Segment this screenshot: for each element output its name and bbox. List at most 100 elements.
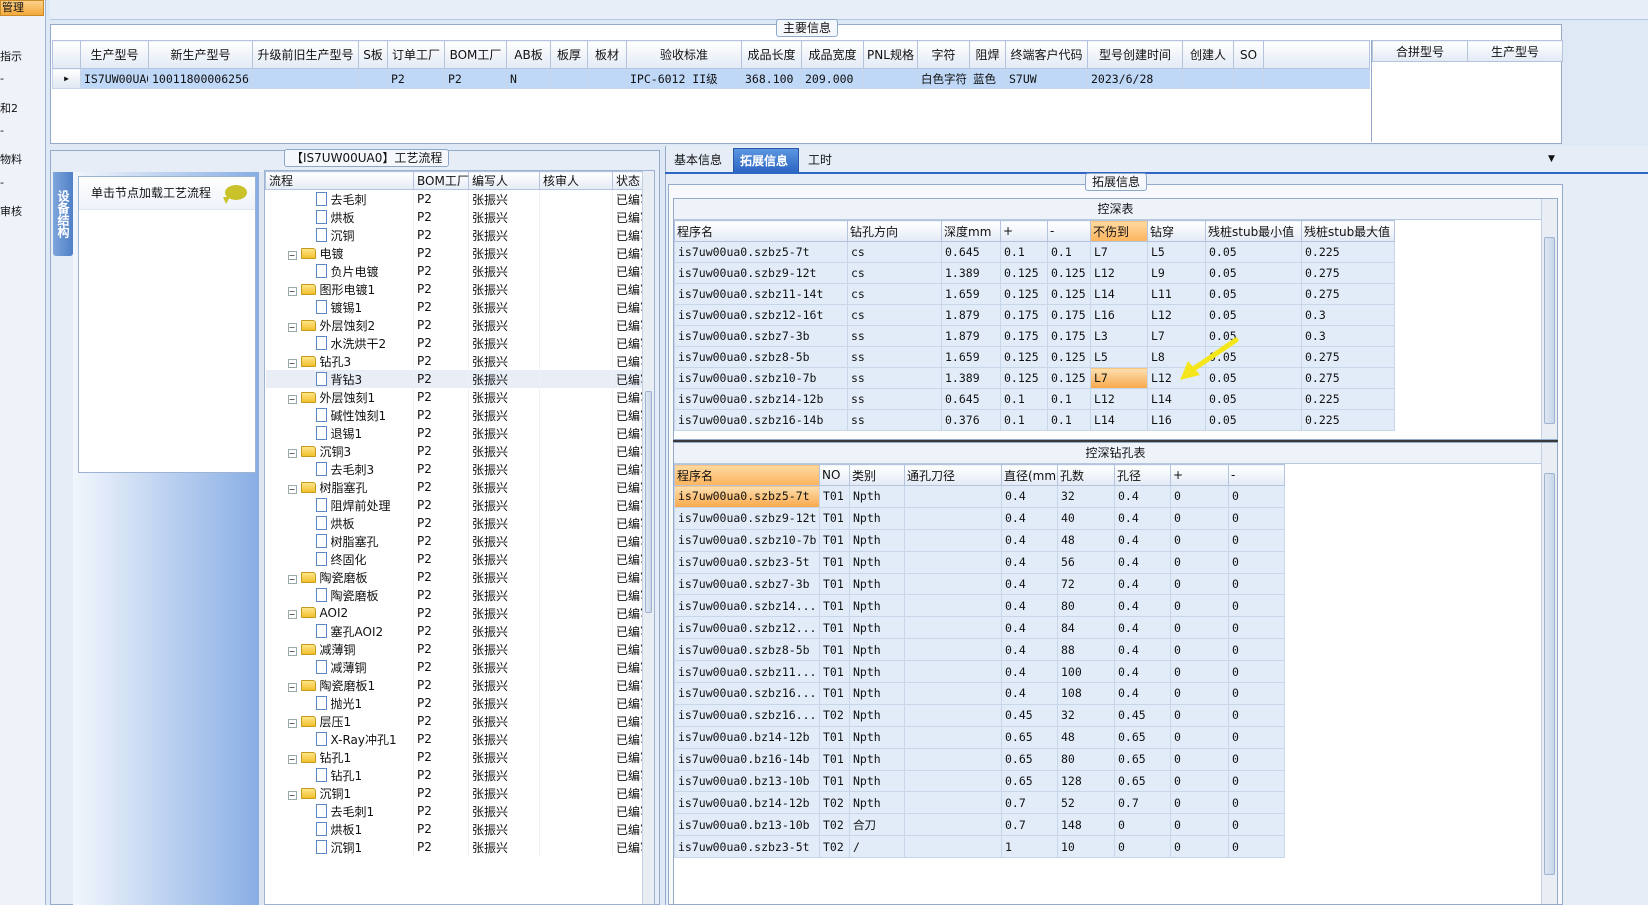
collapse-icon[interactable]: − [287, 646, 297, 656]
depth-cell[interactable]: 0.125 [1000, 367, 1048, 389]
drill-table-scrollbar-thumb[interactable] [1544, 473, 1555, 875]
tree-row[interactable]: − 外层蚀刻2 P2张振兴 已编写 [265, 316, 646, 334]
tree-node[interactable]: − 陶瓷磨板1 [265, 676, 414, 694]
main-col-header[interactable]: 订单工厂 [387, 40, 445, 69]
drill-row[interactable]: is7uw00ua0.bz16-14b T01 Npth 0.65 80 0.65 0 0 [674, 747, 1285, 771]
drill-cell[interactable]: T02 [819, 813, 850, 837]
left-nav-active-item[interactable]: 管理 [0, 0, 44, 16]
drill-cell[interactable]: 0 [1170, 725, 1229, 749]
main-col-header[interactable]: S板 [358, 40, 388, 69]
drill-cell[interactable]: 0.7 [1114, 791, 1171, 815]
drill-col-header[interactable]: 通孔刀径 [904, 464, 1002, 486]
tree-row[interactable]: − 陶瓷磨板 P2张振兴 已编写 [265, 568, 646, 586]
depth-cell[interactable]: 0.1 [1000, 409, 1048, 431]
tree-node[interactable]: 减薄铜 [265, 658, 414, 676]
main-cell[interactable]: P2 [387, 68, 445, 89]
drill-row[interactable]: is7uw00ua0.szbz16... T02 Npth 0.45 32 0.45 0 0 [674, 703, 1285, 727]
drill-cell[interactable]: T01 [819, 747, 850, 771]
drill-row[interactable]: is7uw00ua0.szbz8-5b T01 Npth 0.4 88 0.4 0 0 [674, 638, 1285, 662]
drill-cell[interactable] [904, 572, 1002, 596]
drill-row[interactable]: is7uw00ua0.szbz12... T01 Npth 0.4 84 0.4 0 0 [674, 616, 1285, 640]
depth-cell[interactable]: is7uw00ua0.szbz9-12t [674, 262, 848, 284]
depth-cell[interactable]: is7uw00ua0.szbz5-7t [674, 241, 848, 263]
depth-cell[interactable]: is7uw00ua0.szbz11-14t [674, 283, 848, 305]
drill-cell[interactable] [904, 747, 1002, 771]
main-col-header[interactable]: SO [1233, 40, 1264, 69]
drill-cell[interactable]: is7uw00ua0.szbz9-12t [674, 506, 820, 530]
drill-cell[interactable]: 0 [1228, 835, 1285, 859]
main-col-header[interactable]: 创建人 [1182, 40, 1234, 69]
main-cell[interactable] [1182, 68, 1234, 89]
tree-row[interactable]: 沉铜 P2张振兴 已编写 [265, 226, 646, 244]
drill-cell[interactable]: is7uw00ua0.bz14-12b [674, 791, 820, 815]
tree-node[interactable]: − 外层蚀刻1 [265, 388, 414, 406]
drill-cell[interactable]: 0 [1114, 835, 1171, 859]
tree-node[interactable]: − AOI2 [265, 604, 414, 622]
tree-node[interactable]: 水洗烘干2 [265, 334, 414, 352]
tree-node[interactable]: 陶瓷磨板 [265, 586, 414, 604]
drill-col-header[interactable]: 孔径 [1114, 464, 1171, 486]
depth-col-header[interactable]: + [1000, 220, 1048, 242]
depth-cell[interactable]: L14 [1147, 388, 1206, 410]
main-cell[interactable]: IS7UW00UA0 [80, 68, 149, 89]
depth-col-header[interactable]: 钻穿 [1147, 220, 1206, 242]
drill-cell[interactable]: 0.4 [1001, 485, 1058, 508]
depth-cell[interactable]: 0.376 [941, 409, 1001, 431]
drill-cell[interactable]: 52 [1057, 791, 1115, 815]
tree-row[interactable]: − 减薄铜 P2张振兴 已编写 [265, 640, 646, 658]
depth-cell[interactable]: 0.645 [941, 388, 1001, 410]
drill-cell[interactable]: 0 [1170, 747, 1229, 771]
main-cell[interactable] [358, 68, 388, 89]
depth-cell[interactable]: L12 [1090, 262, 1148, 284]
equipment-structure-tab[interactable]: 设备结构 [53, 172, 73, 256]
drill-cell[interactable]: 80 [1057, 594, 1115, 618]
depth-cell[interactable]: L3 [1090, 325, 1148, 347]
drill-cell[interactable]: 0.4 [1001, 616, 1058, 640]
drill-row[interactable]: is7uw00ua0.szbz11... T01 Npth 0.4 100 0.4 0 0 [674, 660, 1285, 684]
drill-cell[interactable]: 0 [1228, 572, 1285, 596]
drill-cell[interactable] [904, 791, 1002, 815]
drill-row[interactable]: is7uw00ua0.bz14-12b T02 Npth 0.7 52 0.7 0 0 [674, 791, 1285, 815]
tree-row[interactable]: − 树脂塞孔 P2张振兴 已编写 [265, 478, 646, 496]
drill-cell[interactable] [904, 638, 1002, 662]
depth-cell[interactable]: 0.175 [1000, 325, 1048, 347]
main-cell[interactable] [550, 68, 588, 89]
drill-cell[interactable]: 0 [1170, 769, 1229, 793]
drill-cell[interactable]: 0.65 [1001, 769, 1058, 793]
depth-col-header[interactable]: 深度mm [941, 220, 1001, 242]
production-model-header[interactable]: 生产型号 [1467, 40, 1563, 62]
drill-cell[interactable]: 1 [1001, 835, 1058, 859]
depth-cell[interactable]: 1.879 [941, 325, 1001, 347]
drill-cell[interactable]: 0 [1228, 594, 1285, 618]
depth-row[interactable]: is7uw00ua0.szbz7-3b ss 1.879 0.175 0.175 L3 L7… [674, 325, 1395, 347]
tree-col-header[interactable]: 核审人 [539, 171, 613, 190]
main-col-header[interactable]: 板厚 [550, 40, 588, 69]
depth-cell[interactable]: 0.175 [1047, 304, 1091, 326]
drill-row[interactable]: is7uw00ua0.szbz10-7b T01 Npth 0.4 48 0.4 0 0 [674, 528, 1285, 552]
main-cell[interactable] [1233, 68, 1264, 89]
collapse-icon[interactable]: − [287, 484, 297, 494]
tree-col-header[interactable]: 编写人 [468, 171, 540, 190]
drill-cell[interactable]: Npth [849, 550, 905, 574]
drill-cell[interactable]: 0.65 [1001, 747, 1058, 771]
drill-cell[interactable]: Npth [849, 572, 905, 596]
row-indicator[interactable]: ▶ [52, 68, 81, 89]
drill-cell[interactable]: is7uw00ua0.szbz3-5t [674, 550, 820, 574]
depth-col-header[interactable]: 钻孔方向 [847, 220, 942, 242]
drill-cell[interactable]: Npth [849, 725, 905, 749]
tab-menu-dropdown-icon[interactable]: ▼ [1548, 154, 1555, 164]
drill-cell[interactable]: 0 [1170, 660, 1229, 684]
tree-node[interactable]: X-Ray冲孔1 [265, 730, 414, 748]
drill-cell[interactable]: 80 [1057, 747, 1115, 771]
drill-cell[interactable]: T02 [819, 791, 850, 815]
tree-node[interactable]: − 外层蚀刻2 [265, 316, 414, 334]
drill-col-header[interactable]: 直径(mm) [1001, 464, 1058, 486]
drill-cell[interactable]: 0.4 [1114, 638, 1171, 662]
tree-node[interactable]: 抛光1 [265, 694, 414, 712]
drill-cell[interactable]: 0 [1170, 703, 1229, 727]
tree-node[interactable]: 烘板 [265, 208, 414, 226]
main-col-header[interactable]: 字符 [917, 40, 970, 69]
collapse-icon[interactable]: − [287, 250, 297, 260]
tree-node[interactable]: 背钻3 [265, 370, 414, 388]
collapse-icon[interactable]: − [287, 394, 297, 404]
